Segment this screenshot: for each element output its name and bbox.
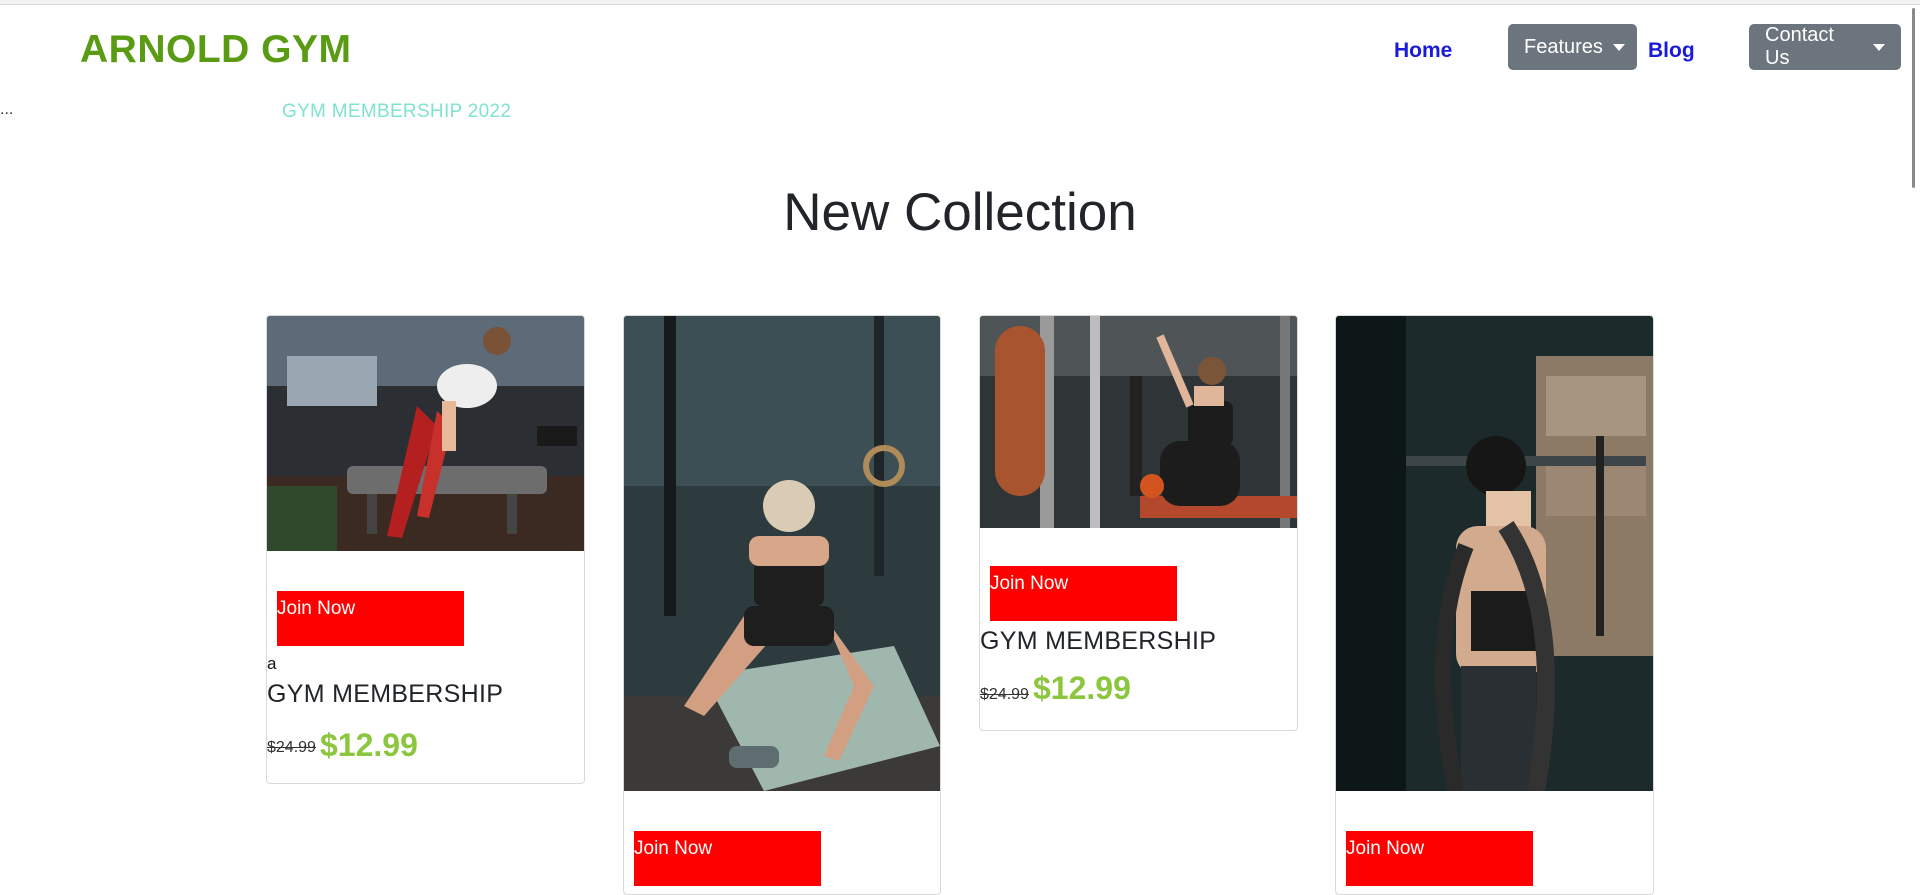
ellipsis-text: ... [0, 101, 14, 118]
card-title: GYM MEMBERSHIP [980, 627, 1217, 655]
new-price: $12.99 [320, 727, 418, 763]
product-card: Join Now [623, 315, 941, 895]
gym-battle-rope-photo [1336, 316, 1653, 791]
nav-home-link[interactable]: Home [1394, 39, 1452, 63]
gym-dumbbell-row-photo [267, 316, 584, 551]
product-card: Join Now [1335, 315, 1654, 895]
scrollbar[interactable] [1912, 8, 1915, 188]
card-text: a [267, 654, 277, 673]
browser-top-border [0, 0, 1920, 5]
brand-logo[interactable]: ARNOLD GYM [80, 28, 352, 72]
old-price: $24.99 [980, 686, 1029, 703]
card-title: GYM MEMBERSHIP [267, 680, 504, 708]
contact-dropdown-button[interactable]: Contact Us [1749, 24, 1901, 70]
section-title: New Collection [783, 183, 1137, 242]
new-price: $12.99 [1033, 670, 1131, 706]
features-dropdown-button[interactable]: Features [1508, 24, 1637, 70]
contact-label: Contact Us [1765, 24, 1834, 69]
product-card: Join Now GYM MEMBERSHIP $24.99 $12.99 [979, 315, 1298, 731]
join-now-button[interactable]: Join Now [277, 591, 464, 646]
nav-blog-link[interactable]: Blog [1648, 39, 1695, 63]
join-now-button[interactable]: Join Now [990, 566, 1177, 621]
promo-banner-text: GYM MEMBERSHIP 2022 [282, 101, 512, 122]
caret-down-icon [1873, 43, 1885, 51]
join-now-button[interactable]: Join Now [634, 831, 821, 886]
features-label: Features [1524, 35, 1603, 58]
gym-machine-photo [980, 316, 1297, 528]
join-now-button[interactable]: Join Now [1346, 831, 1533, 886]
old-price: $24.99 [267, 739, 316, 756]
caret-down-icon [1612, 43, 1625, 51]
gym-situp-photo [624, 316, 940, 791]
product-card: Join Now a GYM MEMBERSHIP $24.99 $12.99 [266, 315, 585, 784]
